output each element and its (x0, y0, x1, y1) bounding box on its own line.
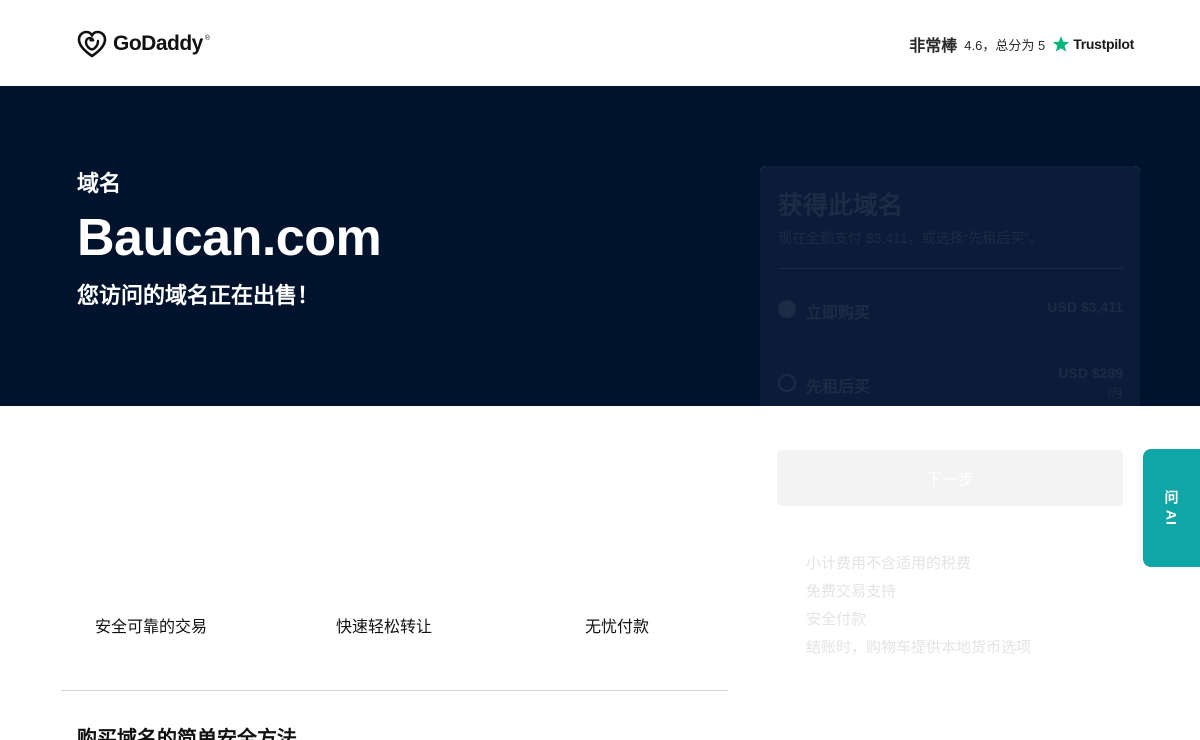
option-price: USD $289 (1058, 365, 1123, 381)
logo-wordmark: GoDaddy (113, 32, 203, 55)
perk-item: 免费交易支持 (806, 583, 897, 600)
option-lease-to-own[interactable]: 先租后买 USD $289 /月 (778, 362, 1123, 400)
option-price: USD $3,411 (1047, 299, 1124, 315)
ask-ai-tab[interactable]: 问 AI (1143, 449, 1200, 567)
option-label: 立即购买 (806, 305, 871, 322)
feature-easy-payment: 无忧付款 (585, 619, 650, 636)
sale-notice: 您访问的域名正在出售！ (77, 283, 320, 308)
trustpilot-name: Trustpilot (1073, 36, 1134, 52)
hero-kicker: 域名 (77, 171, 122, 196)
rating-score: 4.6，总分为 5 (964, 37, 1046, 53)
option-unit: /月 (1107, 386, 1123, 400)
perk-item: 安全付款 (806, 611, 867, 628)
domain-name: Baucan.com (77, 209, 382, 267)
next-button[interactable]: 下一步 (777, 450, 1123, 506)
site-header: GoDaddy ® 非常棒 4.6，总分为 5 Trustpilot (0, 0, 1200, 86)
trademark-mark: ® (204, 35, 211, 42)
section-title: 购买域名的简单安全方法 (77, 728, 297, 740)
star-icon (1052, 36, 1070, 52)
radio-lease-to-own[interactable] (778, 374, 796, 392)
godaddy-logo[interactable]: GoDaddy ® (77, 29, 210, 59)
section-divider (61, 690, 728, 691)
feature-fast-transfer: 快速轻松转让 (336, 619, 433, 636)
card-title: 获得此域名 (778, 192, 904, 220)
perks-list: 小计费用不含适用的税费 免费交易支持 安全付款 结账时，购物车提供本地货币选项 (806, 555, 1031, 667)
radio-buy-now[interactable] (778, 300, 796, 318)
feature-secure-transaction: 安全可靠的交易 (95, 619, 208, 636)
perk-item: 小计费用不含适用的税费 (806, 555, 972, 572)
card-divider (778, 268, 1123, 269)
trustpilot-rating[interactable]: 非常棒 4.6，总分为 5 Trustpilot (909, 32, 1134, 56)
rating-word: 非常棒 (909, 38, 958, 55)
godaddy-heart-icon (77, 30, 107, 58)
option-label: 先租后买 (806, 379, 871, 396)
option-buy-now[interactable]: 立即购买 USD $3,411 (778, 296, 1123, 326)
trustpilot-badge: Trustpilot (1052, 35, 1134, 53)
ask-ai-label: 问 AI (1163, 490, 1180, 526)
perk-item: 结账时，购物车提供本地货币选项 (806, 639, 1032, 656)
card-subtitle: 现在全额支付 $3,411，或选择“先租后买”。 (778, 230, 1043, 246)
